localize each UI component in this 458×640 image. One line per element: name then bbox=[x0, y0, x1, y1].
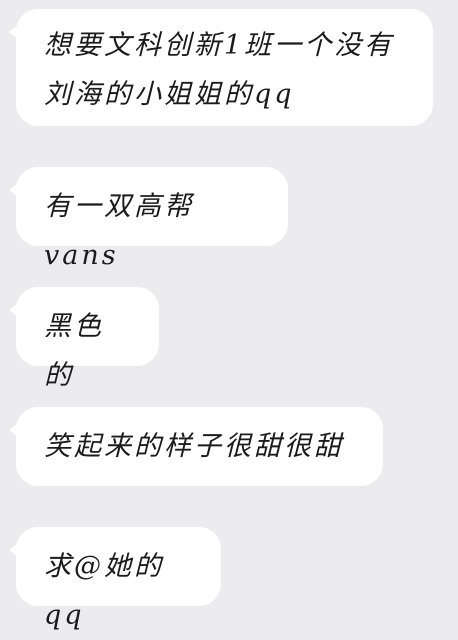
message-bubble[interactable]: 想要文科创新1班一个没有刘海的小姐姐的qq bbox=[9, 9, 433, 126]
message-bubble[interactable]: 黑色的 bbox=[9, 287, 159, 391]
message-bubble[interactable]: 求@她的qq bbox=[9, 527, 221, 631]
message-text: 求@她的qq bbox=[44, 551, 164, 631]
message-bubble[interactable]: 有一双高帮vans bbox=[9, 167, 288, 271]
message-text: 有一双高帮vans bbox=[44, 191, 194, 271]
message-text: 想要文科创新1班一个没有刘海的小姐姐的qq bbox=[44, 30, 395, 110]
message-text: 黑色的 bbox=[44, 311, 104, 391]
message-bubble[interactable]: 笑起来的样子很甜很甜 bbox=[9, 407, 383, 486]
message-text: 笑起来的样子很甜很甜 bbox=[44, 431, 344, 462]
